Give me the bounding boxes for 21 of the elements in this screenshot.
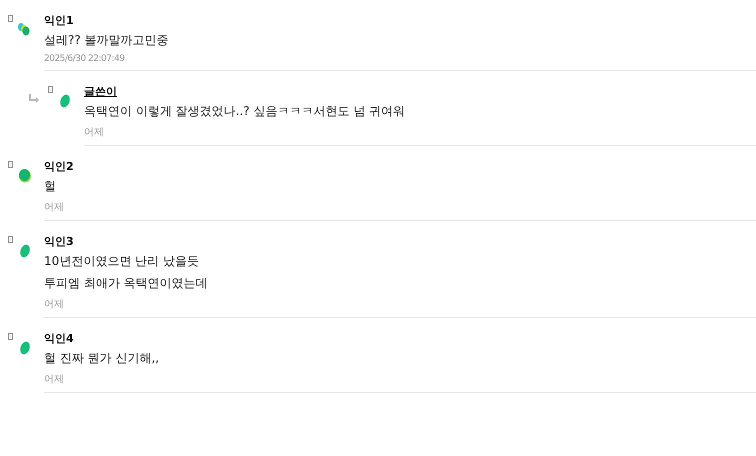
comment-text: 헐 진짜 뭔가 신기해,, bbox=[44, 350, 160, 367]
broken-image-icon bbox=[8, 333, 13, 340]
commenter-name: 익인1 bbox=[44, 13, 74, 28]
broken-image-icon bbox=[48, 86, 53, 93]
commenter-name: 글쓴이 bbox=[84, 84, 117, 99]
comment-text: 설레?? 볼까말까고민중 bbox=[44, 32, 170, 49]
commenter-name: 익인4 bbox=[44, 331, 74, 346]
comment-text: 투피엠 최애가 옥택연이였는데 bbox=[44, 275, 209, 292]
comment-time: 어제 bbox=[44, 201, 65, 214]
comment-time: 어제 bbox=[44, 373, 65, 386]
commenter-name: 익인2 bbox=[44, 159, 74, 174]
comment-text: 옥택연이 이렇게 잘생겼었나..? 싶음ㅋㅋㅋ서현도 넘 귀여워 bbox=[84, 103, 406, 120]
comment-time: 어제 bbox=[84, 126, 105, 139]
broken-image-icon bbox=[8, 161, 13, 168]
comment-text: 헐 bbox=[44, 178, 57, 195]
comment-time: 어제 bbox=[44, 298, 65, 311]
broken-image-icon bbox=[8, 236, 13, 243]
comment-text: 10년전이였으면 난리 났을듯 bbox=[44, 253, 200, 270]
commenter-name: 익인3 bbox=[44, 234, 74, 249]
broken-image-icon bbox=[8, 15, 13, 22]
comment-time: 2025/6/30 22:07:49 bbox=[44, 54, 126, 64]
